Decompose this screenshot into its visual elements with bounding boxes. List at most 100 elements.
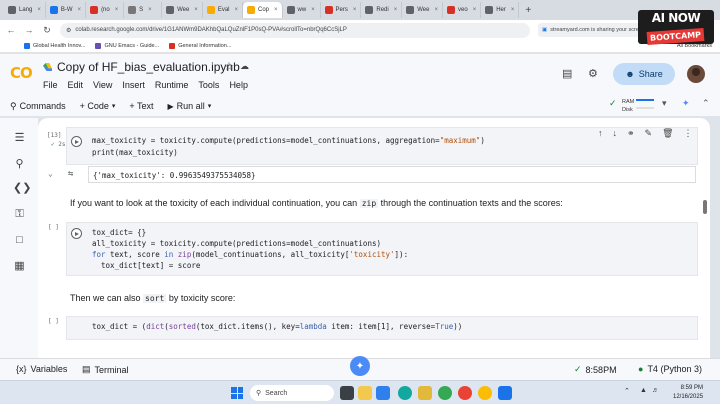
close-tab-icon[interactable]: ×	[115, 7, 119, 13]
chrome-alt-icon[interactable]	[478, 386, 492, 400]
wifi-icon[interactable]: ▲	[640, 387, 647, 394]
close-tab-icon[interactable]: ×	[274, 7, 278, 13]
drive-icon[interactable]	[43, 63, 52, 71]
secrets-key-icon[interactable]: ⚿	[13, 208, 26, 221]
browser-tab[interactable]: Pers ×	[321, 2, 362, 18]
commands-button[interactable]: ⚲ Commands	[10, 101, 66, 112]
browser-tab[interactable]: ww ×	[283, 2, 321, 18]
file-explorer-icon[interactable]	[358, 386, 372, 400]
cloud-saved-icon[interactable]: ☁	[240, 61, 249, 72]
menu-item-edit[interactable]: Edit	[68, 80, 84, 90]
browser-tab[interactable]: veo ×	[443, 2, 482, 18]
browser-tab[interactable]: Her ×	[481, 2, 520, 18]
chrome-profile-icon[interactable]	[458, 386, 472, 400]
share-button[interactable]: ☻ Share	[613, 63, 675, 85]
edit-icon[interactable]: ✎	[645, 128, 653, 139]
volume-icon[interactable]: ♬	[652, 387, 659, 394]
taskbar-clock[interactable]: 8:59 PM 12/16/2025	[673, 384, 703, 402]
url-input[interactable]: ⚙ colab.research.google.com/drive/1G1ANW…	[60, 22, 530, 38]
run-all-button[interactable]: ▶ Run all ▾	[168, 101, 212, 111]
bookmark-item[interactable]: GNU Emacs - Guide...	[95, 43, 159, 49]
close-tab-icon[interactable]: ×	[434, 7, 438, 13]
code-line[interactable]: for text, score in zip(model_continuatio…	[92, 250, 408, 259]
chrome-icon[interactable]	[438, 386, 452, 400]
close-tab-icon[interactable]: ×	[473, 7, 477, 13]
close-tab-icon[interactable]: ×	[234, 7, 238, 13]
star-icon[interactable]: ☆	[224, 60, 234, 73]
chevron-down-icon[interactable]: ▾	[662, 98, 667, 109]
task-view-icon[interactable]	[340, 386, 354, 400]
browser-tab[interactable]: Redi ×	[361, 2, 403, 18]
run-cell-button[interactable]	[71, 228, 82, 239]
close-tab-icon[interactable]: ×	[78, 7, 82, 13]
comment-icon[interactable]: ▤	[562, 67, 572, 80]
close-tab-icon[interactable]: ×	[148, 7, 152, 13]
data-table-icon[interactable]: ▦	[13, 260, 26, 273]
code-snippets-icon[interactable]: ❮❯	[13, 182, 31, 195]
code-line[interactable]: tox_dict[text] = score	[92, 261, 200, 270]
windows-start-icon[interactable]	[231, 387, 243, 399]
browser-tab[interactable]: B-W ×	[46, 2, 87, 18]
colab-logo[interactable]: CO	[10, 64, 33, 82]
move-up-icon[interactable]: ↑	[598, 128, 603, 139]
menu-item-help[interactable]: Help	[229, 80, 248, 90]
ram-disk-indicator[interactable]: RAM Disk	[622, 98, 654, 114]
browser-tab[interactable]: Wee ×	[162, 2, 203, 18]
execution-status[interactable]: ✓ 8:58PM	[574, 364, 617, 375]
collapse-output-icon[interactable]: ⌄	[48, 169, 53, 178]
close-tab-icon[interactable]: ×	[394, 7, 398, 13]
close-tab-icon[interactable]: ×	[353, 7, 357, 13]
notebook-title[interactable]: Copy of HF_bias_evaluation.ipynb	[57, 60, 240, 74]
edge-icon[interactable]	[398, 386, 412, 400]
run-cell-button[interactable]	[71, 136, 82, 147]
runtime-indicator[interactable]: ● T4 (Python 3)	[638, 364, 702, 374]
store-icon[interactable]	[376, 386, 390, 400]
delete-icon[interactable]: 🗑	[662, 128, 673, 139]
taskbar-search[interactable]: ⚲ Search	[250, 385, 334, 401]
screen-sharing-notice[interactable]: ▣ streamyard.com is sharing your scree	[538, 23, 646, 37]
close-tab-icon[interactable]: ×	[311, 7, 315, 13]
new-tab-button[interactable]: +	[519, 5, 537, 16]
link-icon[interactable]: ⚭	[627, 128, 635, 139]
menu-item-insert[interactable]: Insert	[122, 80, 145, 90]
close-tab-icon[interactable]: ×	[194, 7, 198, 13]
avatar[interactable]	[687, 65, 705, 83]
browser-tab[interactable]: Lang ×	[4, 2, 46, 18]
menu-item-file[interactable]: File	[43, 80, 58, 90]
code-line[interactable]: all_toxicity = toxicity.compute(predicti…	[92, 239, 381, 248]
forward-icon[interactable]: →	[24, 25, 34, 35]
gemini-sparkle-icon[interactable]: ✦	[682, 98, 690, 109]
scrollbar[interactable]	[703, 200, 707, 214]
code-line[interactable]: max_toxicity = toxicity.compute(predicti…	[92, 136, 485, 145]
code-line[interactable]: tox_dict = (dict(sorted(tox_dict.items()…	[92, 322, 462, 331]
menu-item-tools[interactable]: Tools	[198, 80, 219, 90]
site-info-icon[interactable]: ⚙	[66, 27, 71, 34]
bookmark-item[interactable]: General Information...	[169, 43, 231, 49]
menu-item-runtime[interactable]: Runtime	[155, 80, 189, 90]
files-icon[interactable]	[418, 386, 432, 400]
settings-gear-icon[interactable]: ⚙	[588, 67, 598, 80]
move-down-icon[interactable]: ↓	[613, 128, 618, 139]
back-icon[interactable]: ←	[6, 25, 16, 35]
close-tab-icon[interactable]: ×	[511, 7, 515, 13]
browser-tab[interactable]: Eval ×	[203, 2, 243, 18]
output-options-icon[interactable]: ⇆	[68, 169, 73, 179]
files-folder-icon[interactable]: □	[13, 234, 26, 247]
gemini-button[interactable]: ✦	[350, 356, 370, 376]
browser-tab[interactable]: Wee ×	[402, 2, 443, 18]
menu-item-view[interactable]: View	[93, 80, 112, 90]
close-tab-icon[interactable]: ×	[37, 7, 41, 13]
variables-button[interactable]: {x} Variables	[16, 364, 67, 374]
reload-icon[interactable]: ↻	[42, 25, 52, 36]
browser-tab[interactable]: S ×	[124, 2, 163, 18]
tray-chevron-icon[interactable]: ⌃	[624, 387, 630, 395]
app-icon[interactable]	[498, 386, 512, 400]
browser-tab[interactable]: Cop ×	[243, 2, 283, 18]
add-code-button[interactable]: + Code ▾	[80, 101, 116, 111]
code-line[interactable]: tox_dict= {}	[92, 228, 146, 237]
table-of-contents-icon[interactable]: ☰	[13, 132, 26, 145]
terminal-button[interactable]: ▤ Terminal	[82, 364, 129, 375]
add-text-button[interactable]: + Text	[129, 101, 153, 111]
browser-tab[interactable]: (no ×	[86, 2, 125, 18]
code-line[interactable]: print(max_toxicity)	[92, 148, 178, 157]
